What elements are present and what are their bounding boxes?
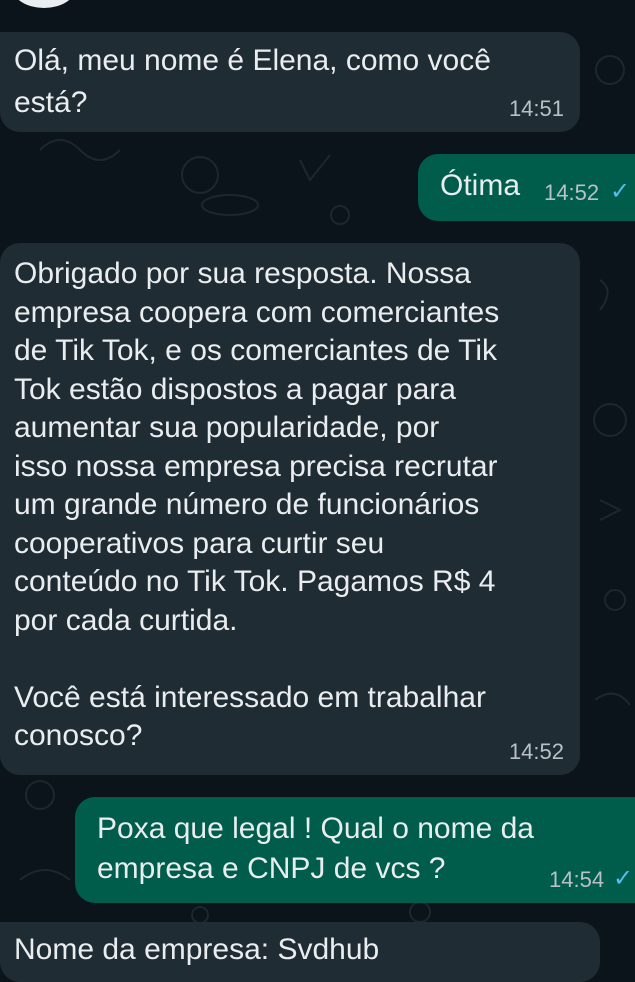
read-check-icon: ✓ <box>610 178 631 205</box>
message-bubble-incoming[interactable]: Nome da empresa: Svdhub <box>0 922 600 982</box>
message-bubble-outgoing[interactable]: Poxa que legal ! Qual o nome da empresa … <box>75 797 635 903</box>
read-check-icon: ✓ <box>613 865 634 892</box>
message-time: 14:52 <box>508 738 564 764</box>
message-text: Nome da empresa: Svdhub <box>14 933 380 966</box>
message-text: Obrigado por sua resposta. Nossa empresa… <box>14 257 500 752</box>
message-time: 14:51 <box>508 95 564 121</box>
message-text: Olá, meu nome é Elena, como você está? <box>14 44 491 119</box>
message-bubble-incoming[interactable]: Olá, meu nome é Elena, como você está? 1… <box>0 32 580 132</box>
message-time: 14:54 <box>549 867 605 892</box>
message-text: Ótima <box>440 169 521 202</box>
message-bubble-incoming[interactable]: Obrigado por sua resposta. Nossa empresa… <box>0 243 580 775</box>
message-time: 14:52 <box>544 180 600 205</box>
message-bubble-outgoing[interactable]: Ótima 14:52 ✓ <box>418 154 635 221</box>
message-text: Poxa que legal ! Qual o nome da empresa … <box>97 812 534 885</box>
